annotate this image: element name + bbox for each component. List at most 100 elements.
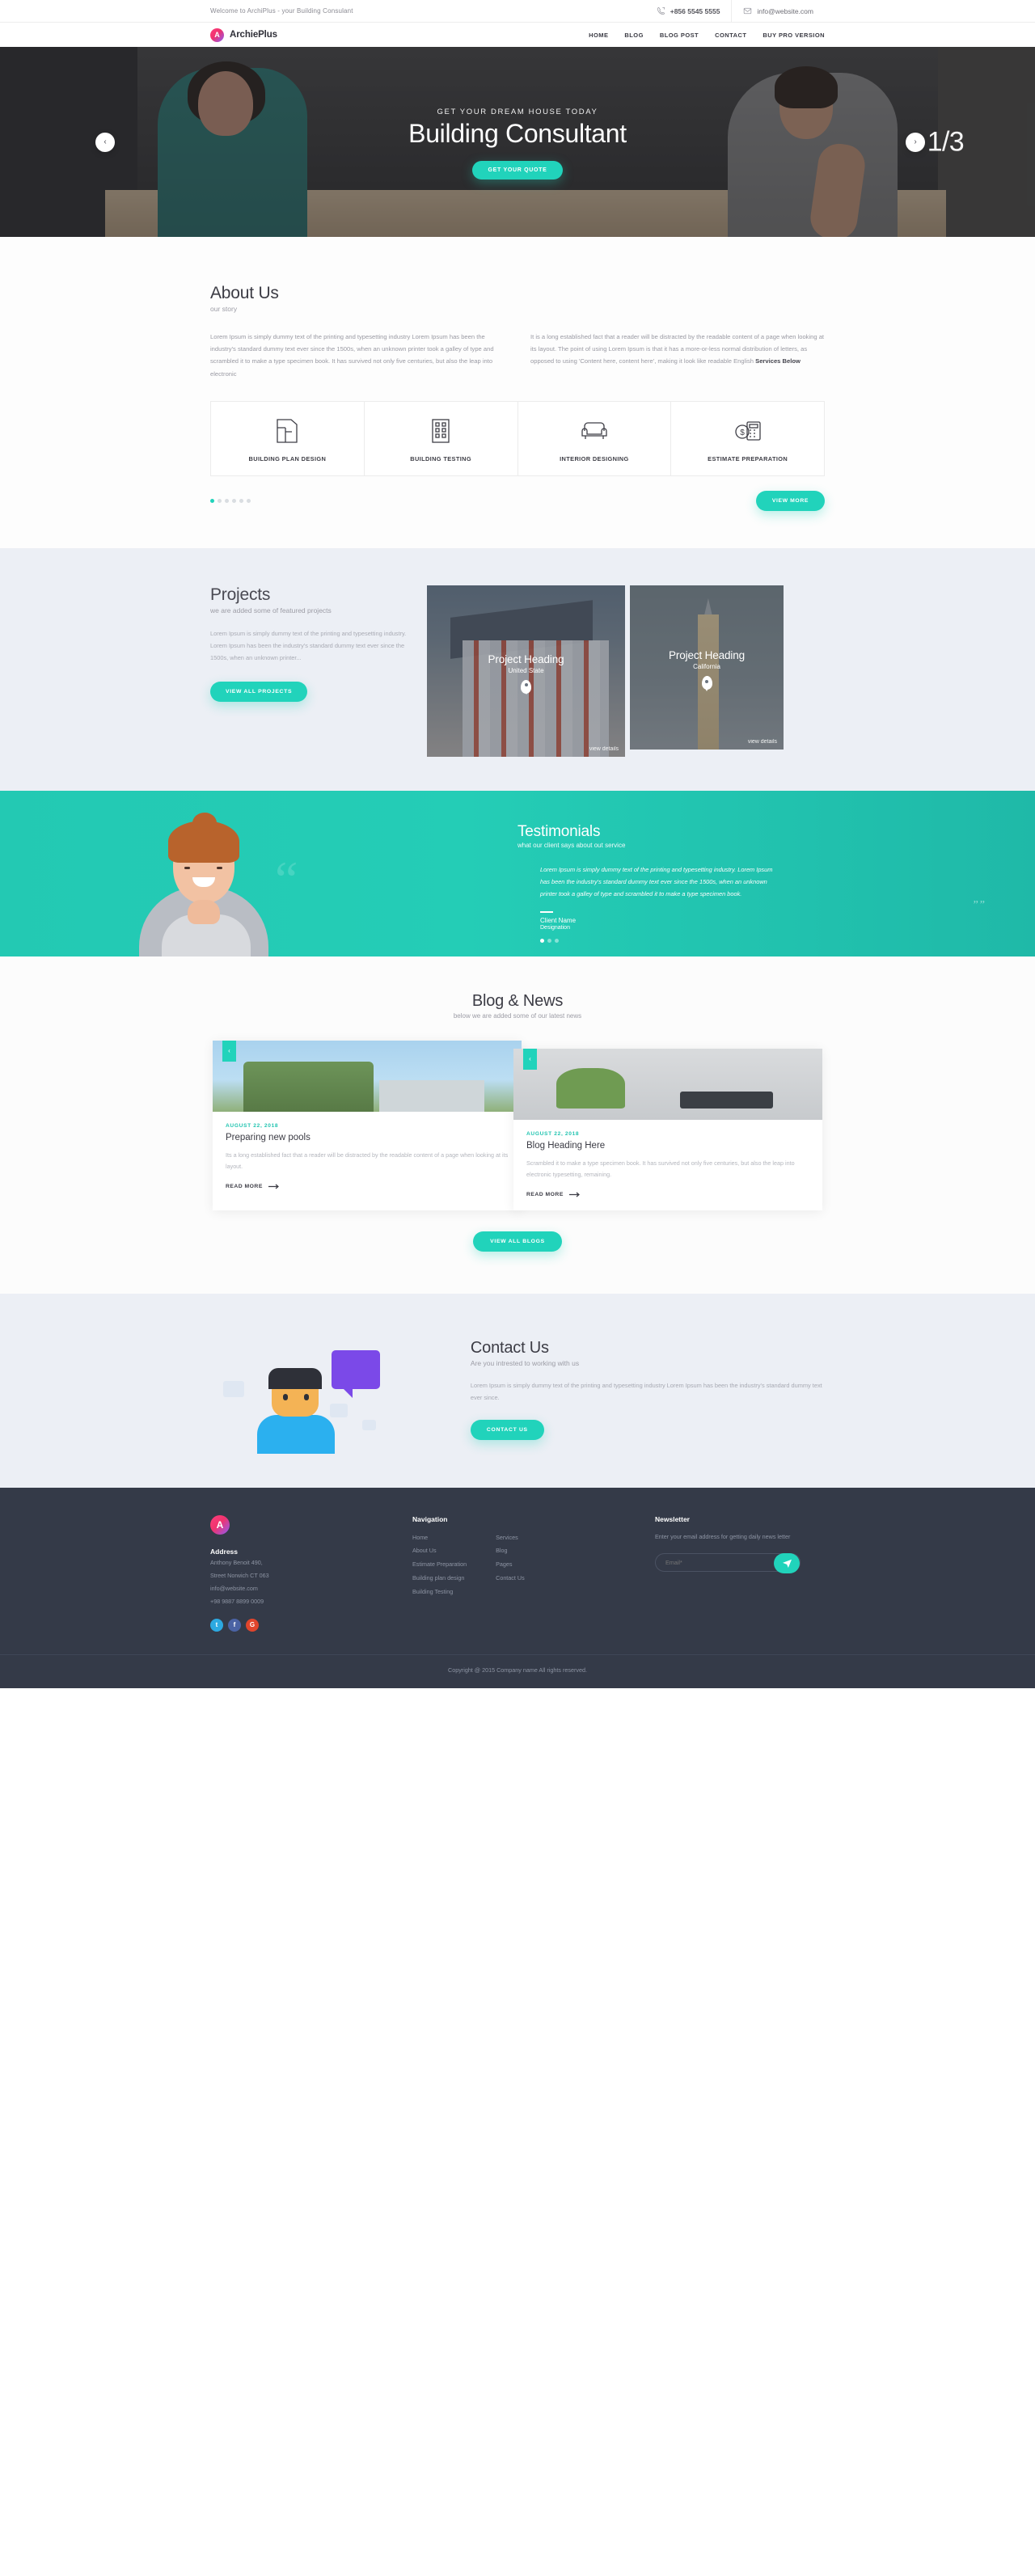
- projects-section: Projects we are added some of featured p…: [0, 547, 1035, 791]
- contact-content: Contact Us Are you intrested to working …: [470, 1339, 825, 1441]
- blog-prev-arrow-icon[interactable]: ‹: [222, 1040, 236, 1062]
- projects-title: Projects: [210, 585, 271, 604]
- navigation-heading: Navigation: [412, 1514, 448, 1523]
- blog-card[interactable]: ‹ AUGUST 22, 2018 Preparing new pools It…: [213, 1040, 522, 1210]
- dot[interactable]: [232, 498, 236, 503]
- footer-link[interactable]: Estimate Preparation: [412, 1558, 467, 1572]
- arrow-right-icon: [568, 1192, 580, 1197]
- view-all-blogs-button[interactable]: VIEW ALL BLOGS: [473, 1231, 562, 1252]
- project-cards: Project Heading United State view detail…: [427, 585, 784, 757]
- contact-us-button[interactable]: CONTACT US: [470, 1420, 544, 1441]
- floorplan-icon: [216, 418, 359, 444]
- service-card-estimate-preparation[interactable]: $ ESTIMATE PREPARATION: [671, 402, 824, 475]
- read-more-link[interactable]: READ MORE: [526, 1192, 809, 1197]
- read-more-label: READ MORE: [226, 1183, 263, 1189]
- dot[interactable]: [218, 498, 222, 503]
- blog-card[interactable]: ‹ AUGUST 22, 2018 Blog Heading Here Scra…: [513, 1048, 822, 1210]
- dot[interactable]: [247, 498, 251, 503]
- top-bar-phone[interactable]: +856 5545 5555: [645, 0, 732, 23]
- hero-slider: GET YOUR DREAM HOUSE TODAY Building Cons…: [0, 47, 1035, 237]
- footer-navigation-column: Navigation Home About Us Estimate Prepar…: [412, 1515, 655, 1632]
- slider-prev-arrow-icon[interactable]: ‹: [95, 132, 115, 152]
- dot[interactable]: [239, 498, 243, 503]
- nav-item-home[interactable]: HOME: [589, 32, 608, 39]
- dot[interactable]: [555, 939, 559, 944]
- newsletter-submit-button[interactable]: [774, 1552, 800, 1573]
- welcome-text: Welcome to ArchiPlus - your Building Con…: [210, 7, 353, 15]
- service-label: ESTIMATE PREPARATION: [708, 454, 788, 462]
- testimonial-quote: Lorem Ipsum is simply dummy text of the …: [540, 865, 773, 898]
- testimonial-pagination-dots[interactable]: [540, 939, 825, 944]
- newsletter-form: [655, 1552, 801, 1573]
- footer-phone[interactable]: +98 9887 8899 0009: [210, 1596, 412, 1607]
- footer-link[interactable]: Contact Us: [496, 1572, 525, 1586]
- about-section: About Us our story Lorem Ipsum is simply…: [0, 237, 1035, 548]
- brand-name: ArchiePlus: [230, 30, 277, 40]
- sofa-icon: [523, 418, 666, 444]
- service-card-building-plan-design[interactable]: BUILDING PLAN DESIGN: [211, 401, 365, 475]
- twitter-icon[interactable]: t: [210, 1618, 223, 1632]
- footer-link[interactable]: Building Testing: [412, 1586, 467, 1599]
- address-line-1: Anthony Benoit 490,: [210, 1558, 263, 1566]
- nav-item-blog-post[interactable]: BLOG POST: [660, 32, 699, 39]
- nav-item-buy-pro[interactable]: BUY PRO VERSION: [763, 32, 825, 39]
- footer-link[interactable]: Pages: [496, 1558, 525, 1572]
- copyright: Copyright @ 2015 Company name All rights…: [0, 1653, 1035, 1688]
- read-more-label: READ MORE: [526, 1191, 564, 1197]
- blog-prev-arrow-icon[interactable]: ‹: [523, 1048, 537, 1070]
- testimonials-section: “ Testimonials what our client says abou…: [0, 790, 1035, 956]
- newsletter-heading: Newsletter: [655, 1514, 690, 1523]
- footer-link[interactable]: Building plan design: [412, 1572, 467, 1586]
- brand[interactable]: A ArchiePlus: [210, 27, 277, 42]
- blog-date: AUGUST 22, 2018: [226, 1122, 279, 1129]
- phone-number: +856 5545 5555: [670, 6, 720, 15]
- project-view-details-link[interactable]: view details: [589, 746, 619, 752]
- view-all-projects-button[interactable]: VIEW ALL PROJECTS: [210, 682, 308, 703]
- top-bar-contacts: +856 5545 5555 info@website.com: [645, 0, 825, 23]
- newsletter-email-input[interactable]: [665, 1558, 743, 1566]
- facebook-icon[interactable]: f: [228, 1618, 241, 1632]
- footer-link[interactable]: About Us: [412, 1544, 467, 1558]
- address-heading: Address: [210, 1547, 239, 1556]
- footer-email[interactable]: info@website.com: [210, 1583, 412, 1594]
- service-card-building-testing[interactable]: BUILDING TESTING: [365, 401, 518, 475]
- footer-nav-list-2: Services Blog Pages Contact Us: [496, 1531, 525, 1600]
- about-paragraph-right: It is a long established fact that a rea…: [530, 331, 825, 380]
- project-card[interactable]: Project Heading United State view detail…: [427, 585, 625, 757]
- footer-link[interactable]: Blog: [496, 1544, 525, 1558]
- dot[interactable]: [210, 498, 214, 503]
- nav-item-contact[interactable]: CONTACT: [715, 32, 746, 39]
- location-pin-icon: [701, 676, 712, 690]
- social-links: t f G: [210, 1618, 412, 1632]
- read-more-link[interactable]: READ MORE: [226, 1184, 509, 1189]
- dot[interactable]: [225, 498, 229, 503]
- contact-illustration: [210, 1329, 458, 1454]
- view-more-button[interactable]: VIEW MORE: [755, 490, 825, 511]
- calculator-icon: $: [676, 418, 819, 444]
- about-pagination-dots[interactable]: [210, 498, 251, 503]
- arrow-right-icon: [268, 1184, 279, 1189]
- project-view-details-link[interactable]: view details: [748, 739, 777, 745]
- project-card[interactable]: Project Heading California view details: [630, 585, 784, 750]
- service-card-interior-designing[interactable]: INTERIOR DESIGNING: [518, 401, 672, 475]
- get-quote-button[interactable]: GET YOUR QUOTE: [472, 160, 563, 179]
- logo-icon: A: [210, 27, 224, 42]
- footer-link[interactable]: Services: [496, 1531, 525, 1545]
- footer-newsletter-column: Newsletter Enter your email address for …: [655, 1515, 825, 1632]
- dot[interactable]: [547, 939, 551, 944]
- about-paragraph-left: Lorem Ipsum is simply dummy text of the …: [210, 333, 494, 378]
- about-footer: VIEW MORE: [210, 490, 825, 511]
- location-pin-icon: [521, 679, 531, 694]
- testimonial-designation: Designation: [540, 925, 570, 931]
- phone-icon: [657, 7, 665, 15]
- project-location: United State: [508, 666, 544, 674]
- dot[interactable]: [540, 939, 544, 944]
- slider-next-arrow-icon[interactable]: ›: [906, 132, 925, 152]
- testimonials-subtitle: what our client says about out service: [518, 841, 626, 849]
- googleplus-icon[interactable]: G: [246, 1618, 259, 1632]
- footer-link[interactable]: Home: [412, 1531, 467, 1545]
- about-title: About Us: [210, 284, 279, 302]
- top-bar-email[interactable]: info@website.com: [731, 0, 825, 23]
- address-line-2: Street Norwich CT 063: [210, 1571, 269, 1579]
- nav-item-blog[interactable]: BLOG: [624, 32, 643, 39]
